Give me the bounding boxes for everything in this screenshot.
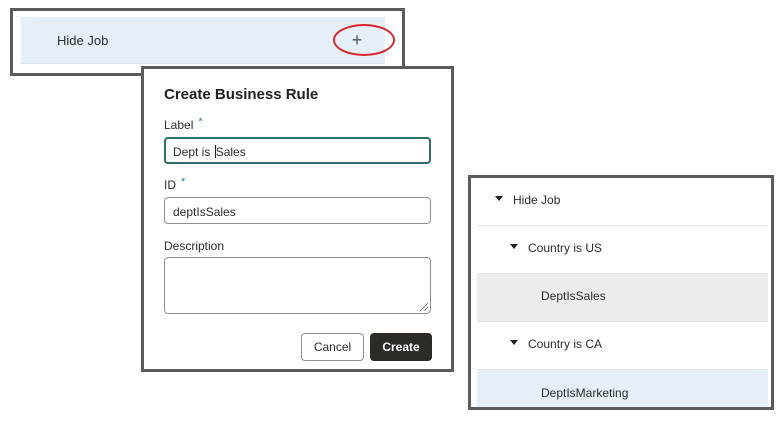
rule-tree-panel: Hide Job Country is US DeptIsSales Count… (468, 175, 774, 410)
tree-item-country-us[interactable]: Country is US (477, 226, 768, 274)
id-field-label: ID * (164, 176, 186, 192)
rule-row-hide-job[interactable]: Hide Job + (21, 17, 385, 64)
create-business-rule-dialog: Create Business Rule Label * Dept is Sale… (141, 66, 454, 372)
tree-item-hide-job[interactable]: Hide Job (477, 178, 768, 226)
create-button[interactable]: Create (370, 333, 432, 361)
description-field-label: Description (164, 239, 225, 253)
cancel-button[interactable]: Cancel (301, 333, 364, 361)
tree-item-dept-is-sales[interactable]: DeptIsSales (477, 274, 768, 322)
caret-down-icon[interactable] (510, 244, 518, 249)
caret-down-icon[interactable] (495, 196, 503, 201)
tree-item-country-ca[interactable]: Country is CA (477, 322, 768, 370)
resize-handle-icon[interactable] (420, 303, 428, 311)
tree-item-dept-is-marketing[interactable]: DeptIsMarketing (477, 370, 768, 407)
id-input[interactable]: deptIsSales (164, 197, 431, 224)
dialog-title: Create Business Rule (164, 86, 319, 103)
rule-row-label: Hide Job (57, 33, 109, 48)
required-asterisk: * (198, 116, 203, 128)
label-field-label: Label * (164, 116, 203, 132)
caret-down-icon[interactable] (510, 340, 518, 345)
label-input[interactable]: Dept is Sales (164, 137, 431, 164)
required-asterisk: * (181, 176, 186, 188)
description-textarea[interactable] (164, 257, 431, 314)
highlight-circle (333, 24, 395, 56)
